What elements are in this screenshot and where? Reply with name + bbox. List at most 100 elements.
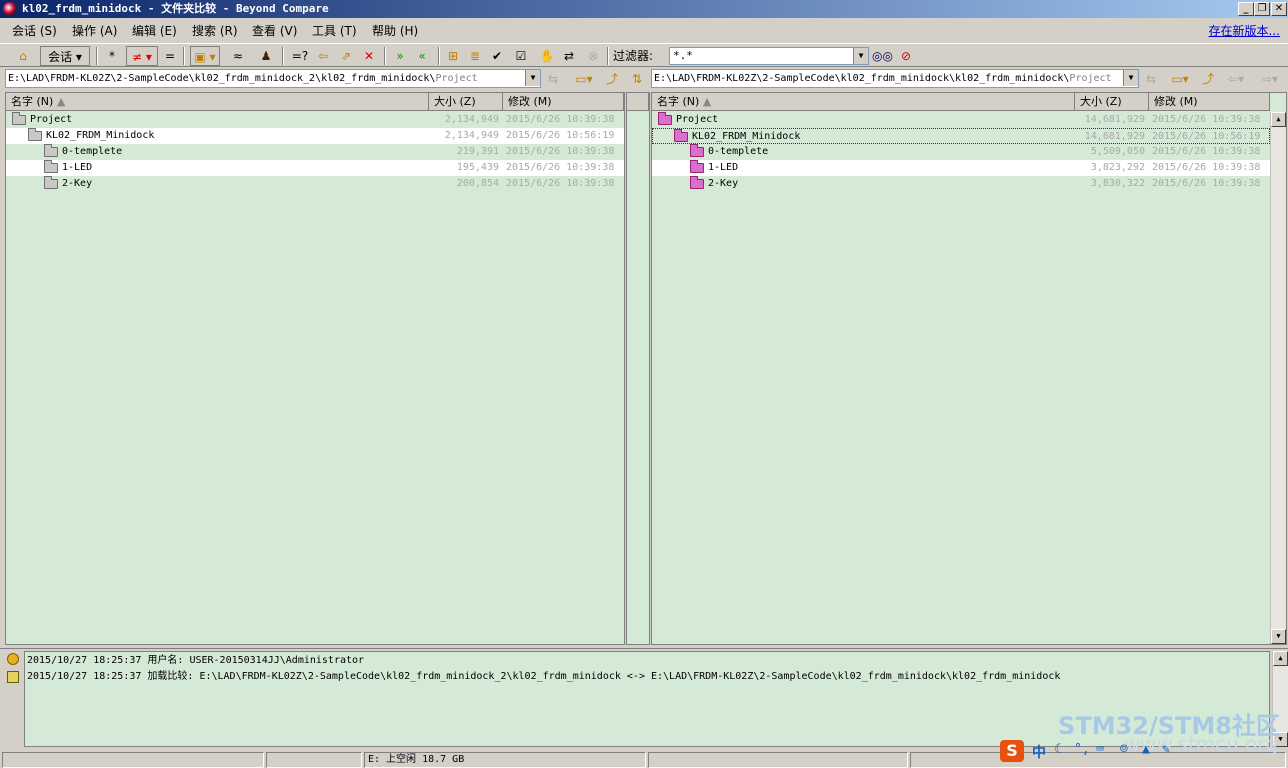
table-row[interactable]: KL02_FRDM_Minidock 14,681,929 2015/6/26 …: [652, 128, 1270, 144]
folder-icon: [690, 176, 704, 189]
table-row[interactable]: 0-templete 219,391 2015/6/26 10:39:38: [6, 144, 624, 160]
filter-label: 过滤器:: [613, 49, 654, 63]
close-button[interactable]: ✕: [1271, 2, 1287, 16]
save-log-icon[interactable]: [7, 671, 19, 683]
user-icon[interactable]: ☺: [1120, 742, 1128, 757]
table-row[interactable]: 2-Key 3,830,322 2015/6/26 10:39:38: [652, 176, 1270, 192]
left-folder-pane[interactable]: 名字 (N) ▲ 大小 (Z) 修改 (M) Project 2,134,949…: [5, 92, 625, 645]
menu-help[interactable]: 帮助 (H): [372, 20, 418, 42]
folder-icon: [690, 160, 704, 173]
copy-to-folder-icon[interactable]: ⇗: [337, 46, 355, 66]
swap-icon[interactable]: ⇄: [560, 46, 578, 66]
browse-folder-icon[interactable]: ▭▾: [1166, 69, 1194, 89]
right-scrollbar[interactable]: ▲ ▼: [1270, 112, 1286, 644]
person-icon[interactable]: ♟: [256, 46, 276, 66]
home-icon[interactable]: ⌂: [12, 46, 34, 66]
left-col-name[interactable]: 名字 (N) ▲: [6, 93, 429, 111]
center-gutter: [626, 92, 650, 645]
status-bar: E: 上空闲 18.7 GB: [0, 752, 1288, 768]
table-row[interactable]: KL02_FRDM_Minidock 2,134,949 2015/6/26 1…: [6, 128, 624, 144]
right-folder-pane[interactable]: 名字 (N) ▲ 大小 (Z) 修改 (M) Project 14,681,92…: [651, 92, 1287, 645]
browse-folder-icon[interactable]: ▭▾: [570, 69, 598, 89]
table-row[interactable]: 1-LED 195,439 2015/6/26 10:39:38: [6, 160, 624, 176]
table-row[interactable]: 0-templete 5,509,050 2015/6/26 10:39:38: [652, 144, 1270, 160]
app-icon: [3, 2, 17, 16]
right-col-modified[interactable]: 修改 (M): [1149, 93, 1270, 111]
chevron-down-icon[interactable]: ▼: [853, 48, 868, 64]
refresh-icon[interactable]: ⇆: [1142, 69, 1160, 89]
back-icon[interactable]: ⇦▾: [1222, 69, 1250, 89]
right-path-input[interactable]: E:\LAD\FRDM-KL02Z\2-SampleCode\kl02_frdm…: [651, 69, 1139, 88]
punctuation-icon[interactable]: °,: [1074, 742, 1090, 757]
folder-open-icon: [674, 129, 688, 142]
table-row[interactable]: 1-LED 3,823,292 2015/6/26 10:39:38: [652, 160, 1270, 176]
collapse-icon[interactable]: ≣: [466, 46, 484, 66]
forward-icon[interactable]: ⇨▾: [1256, 69, 1284, 89]
menu-session[interactable]: 会话 (S): [12, 20, 57, 42]
log-line: 2015/10/27 18:25:37 加载比较: E:\LAD\FRDM-KL…: [27, 671, 1061, 682]
menu-edit[interactable]: 编辑 (E): [132, 20, 177, 42]
all-icon[interactable]: *: [104, 46, 120, 66]
log-line: 2015/10/27 18:25:37 用户名: USER-20150314JJ…: [27, 655, 365, 666]
ime-lang[interactable]: 中: [1032, 742, 1046, 762]
select-all-icon[interactable]: ☑: [512, 46, 530, 66]
moon-icon[interactable]: ☾: [1054, 742, 1062, 757]
similar-icon[interactable]: ≈: [230, 46, 246, 66]
stop-icon[interactable]: ⊗: [584, 46, 602, 66]
menu-bar: 会话 (S) 操作 (A) 编辑 (E) 搜索 (R) 查看 (V) 工具 (T…: [0, 20, 1288, 42]
no-glasses-icon[interactable]: ⊘: [896, 46, 916, 66]
sync-right-icon[interactable]: »: [390, 46, 410, 66]
shirt-icon[interactable]: ▲: [1142, 742, 1150, 757]
folder-icon: [44, 144, 58, 157]
path-bar: E:\LAD\FRDM-KL02Z\2-SampleCode\kl02_frdm…: [0, 69, 1288, 88]
session-button[interactable]: 会话 ▾: [40, 46, 90, 66]
structure-icon[interactable]: ▣ ▾: [190, 46, 220, 66]
folder-icon: [44, 176, 58, 189]
up-folder-icon[interactable]: ⤴: [603, 69, 621, 89]
window-title: kl02_frdm_minidock - 文件夹比较 - Beyond Comp…: [22, 2, 329, 15]
copy-left-icon[interactable]: ⇦: [314, 46, 332, 66]
compare-icon[interactable]: =?: [290, 46, 310, 66]
same-icon[interactable]: =: [162, 46, 178, 66]
refresh-icon[interactable]: ⇆: [544, 69, 562, 89]
menu-view[interactable]: 查看 (V): [252, 20, 297, 42]
swap-sides-icon[interactable]: ⇅: [628, 69, 646, 89]
sync-left-icon[interactable]: «: [412, 46, 432, 66]
filter-input[interactable]: *.* ▼: [669, 47, 869, 65]
menu-actions[interactable]: 操作 (A): [72, 20, 117, 42]
up-folder-icon[interactable]: ⤴: [1199, 69, 1217, 89]
expand-icon[interactable]: ⊞: [444, 46, 462, 66]
glasses-icon[interactable]: ◎◎: [872, 46, 893, 66]
new-version-link[interactable]: 存在新版本...: [1209, 20, 1280, 42]
wrench-icon[interactable]: ✎: [1162, 742, 1170, 757]
table-row[interactable]: Project 2,134,949 2015/6/26 10:39:38: [6, 112, 624, 128]
right-col-size[interactable]: 大小 (Z): [1075, 93, 1149, 111]
scroll-up-button[interactable]: ▲: [1273, 651, 1288, 666]
select-icon[interactable]: ✔: [488, 46, 506, 66]
scroll-down-button[interactable]: ▼: [1271, 629, 1286, 644]
scroll-up-button[interactable]: ▲: [1271, 112, 1286, 127]
minimize-button[interactable]: _: [1238, 2, 1254, 16]
right-col-name[interactable]: 名字 (N) ▲: [652, 93, 1075, 111]
delete-icon[interactable]: ✕: [360, 46, 378, 66]
touch-icon[interactable]: ✋: [538, 46, 556, 66]
menu-search[interactable]: 搜索 (R): [192, 20, 238, 42]
keyboard-icon[interactable]: ⌨: [1096, 742, 1104, 757]
left-col-modified[interactable]: 修改 (M): [503, 93, 624, 111]
left-col-size[interactable]: 大小 (Z): [429, 93, 503, 111]
folder-open-icon: [28, 128, 42, 141]
diffs-icon[interactable]: ≠ ▾: [126, 46, 158, 66]
info-icon[interactable]: [7, 653, 19, 665]
chevron-down-icon[interactable]: ▼: [525, 70, 540, 86]
folder-icon: [44, 160, 58, 173]
table-row[interactable]: Project 14,681,929 2015/6/26 10:39:38: [652, 112, 1270, 128]
restore-button[interactable]: ❐: [1254, 2, 1270, 16]
left-path-input[interactable]: E:\LAD\FRDM-KL02Z\2-SampleCode\kl02_frdm…: [5, 69, 541, 88]
sogou-icon[interactable]: S: [1000, 740, 1024, 762]
menu-tools[interactable]: 工具 (T): [312, 20, 357, 42]
window-title-bar: kl02_frdm_minidock - 文件夹比较 - Beyond Comp…: [0, 0, 1288, 18]
folder-icon: [690, 144, 704, 157]
chevron-down-icon[interactable]: ▼: [1123, 70, 1138, 86]
table-row[interactable]: 2-Key 200,854 2015/6/26 10:39:38: [6, 176, 624, 192]
toolbar: ⌂ 会话 ▾ * ≠ ▾ = ▣ ▾ ≈ ♟ =? ⇦ ⇗ ✕ » « ⊞ ≣ …: [0, 43, 1288, 67]
